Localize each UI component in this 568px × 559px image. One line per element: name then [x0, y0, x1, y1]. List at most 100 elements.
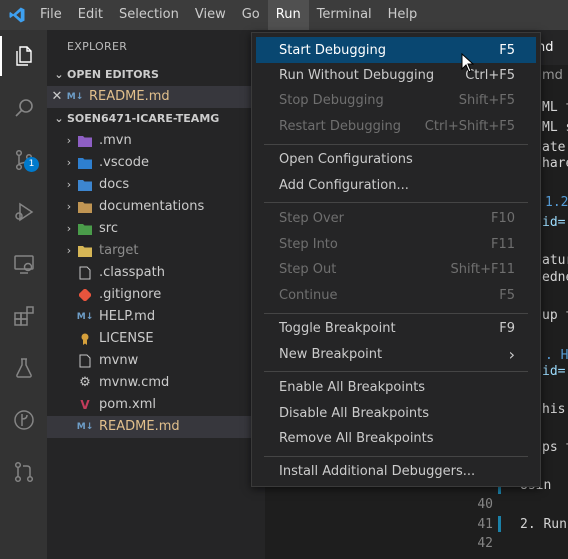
git-graph-icon[interactable]	[0, 394, 47, 446]
code-line: up t	[542, 308, 568, 323]
menu-separator	[264, 456, 528, 457]
menu-file[interactable]: File	[32, 0, 70, 30]
menu-new-breakpoint[interactable]: New Breakpoint ›	[256, 341, 536, 367]
menu-help[interactable]: Help	[380, 0, 426, 30]
menu-step-out[interactable]: Step Out Shift+F11	[256, 256, 536, 282]
menu-restart-debugging[interactable]: Restart Debugging Ctrl+Shift+F5	[256, 113, 536, 139]
menu-step-over[interactable]: Step Over F10	[256, 205, 536, 231]
menu-go[interactable]: Go	[234, 0, 268, 30]
markdown-file-icon: M↓	[76, 422, 94, 432]
activity-bar: 1	[0, 30, 47, 559]
search-icon[interactable]	[0, 82, 47, 134]
menu-separator	[264, 144, 528, 145]
menu-selection[interactable]: Selection	[111, 0, 187, 30]
tree-item-label: docs	[99, 177, 130, 192]
menu-open-configurations[interactable]: Open Configurations	[256, 146, 536, 172]
markdown-file-icon: M↓	[76, 312, 94, 322]
chevron-right-icon: ›	[66, 156, 72, 169]
tree-item-label: target	[99, 243, 139, 258]
tree-item-folder[interactable]: › .mvn	[47, 130, 265, 152]
tree-item-file[interactable]: V pom.xml	[47, 394, 265, 416]
menu-item-label: Open Configurations	[279, 151, 413, 167]
chevron-down-icon: ⌄	[54, 68, 64, 81]
tree-item-label: src	[99, 221, 118, 236]
run-debug-icon[interactable]	[0, 186, 47, 238]
tree-item-file[interactable]: .gitignore	[47, 284, 265, 306]
menu-item-label: Continue	[279, 287, 338, 303]
tree-item-folder[interactable]: › target	[47, 240, 265, 262]
menu-item-label: Step Into	[279, 236, 338, 252]
line-number: 40	[477, 497, 493, 512]
code-line: ML s	[542, 120, 568, 135]
folder-icon	[77, 243, 93, 259]
menu-run-without-debugging[interactable]: Run Without Debugging Ctrl+F5	[256, 62, 536, 88]
menu-edit[interactable]: Edit	[70, 0, 111, 30]
open-editors-header[interactable]: ⌄ OPEN EDITORS	[47, 64, 265, 86]
source-control-icon[interactable]: 1	[0, 134, 47, 186]
menu-view[interactable]: View	[187, 0, 234, 30]
license-icon	[77, 331, 93, 347]
tree-item-label: documentations	[99, 199, 205, 214]
menu-item-label: Remove All Breakpoints	[279, 430, 434, 446]
chevron-right-icon: ›	[66, 178, 72, 191]
menu-item-label: Stop Debugging	[279, 92, 384, 108]
chevron-right-icon: ›	[66, 222, 72, 235]
tree-item-folder[interactable]: › docs	[47, 174, 265, 196]
tree-item-label: LICENSE	[99, 331, 154, 346]
menu-item-shortcut: Ctrl+F5	[465, 67, 515, 83]
menu-start-debugging[interactable]: Start Debugging F5	[256, 37, 536, 63]
menu-item-label: New Breakpoint	[279, 346, 383, 362]
menu-add-configuration[interactable]: Add Configuration...	[256, 172, 536, 198]
code-line: his	[542, 402, 566, 417]
menu-toggle-breakpoint[interactable]: Toggle Breakpoint F9	[256, 315, 536, 341]
title-bar: File Edit Selection View Go Run Terminal…	[0, 0, 568, 30]
mouse-cursor-icon	[461, 52, 475, 77]
menu-enable-all-breakpoints[interactable]: Enable All Breakpoints	[256, 374, 536, 400]
close-icon[interactable]: ✕	[47, 86, 67, 108]
tree-item-file[interactable]: mvnw	[47, 350, 265, 372]
tree-item-file[interactable]: LICENSE	[47, 328, 265, 350]
tree-item-folder[interactable]: › .vscode	[47, 152, 265, 174]
tree-item-folder[interactable]: › src	[47, 218, 265, 240]
line-number: 41	[477, 517, 493, 532]
scm-badge: 1	[24, 157, 39, 172]
folder-icon	[77, 133, 93, 149]
tree-item-label: mvnw	[99, 353, 139, 368]
menu-separator	[264, 202, 528, 203]
code-line: edne	[542, 270, 568, 285]
project-label: SOEN6471-ICARE-TEAMG	[67, 112, 220, 125]
menu-install-additional-debuggers[interactable]: Install Additional Debuggers...	[256, 458, 536, 484]
testing-icon[interactable]	[0, 342, 47, 394]
pull-request-icon[interactable]	[0, 446, 47, 498]
menu-run[interactable]: Run	[267, 0, 309, 30]
open-editors-label: OPEN EDITORS	[67, 68, 159, 81]
menu-continue[interactable]: Continue F5	[256, 282, 536, 308]
tree-item-label: .gitignore	[99, 287, 162, 302]
code-line: atur	[542, 253, 568, 268]
remote-explorer-icon[interactable]	[0, 238, 47, 290]
tree-item-folder[interactable]: › documentations	[47, 196, 265, 218]
editor-tab-2[interactable]: md	[542, 65, 563, 87]
tree-item-file[interactable]: M↓ README.md	[47, 416, 265, 438]
files-icon[interactable]	[0, 30, 47, 82]
open-editor-label: README.md	[89, 89, 170, 104]
menu-item-label: Disable All Breakpoints	[279, 405, 430, 421]
project-header[interactable]: ⌄ SOEN6471-ICARE-TEAMG	[47, 108, 265, 130]
explorer-sidebar: EXPLORER ⌄ OPEN EDITORS ✕ M↓ README.md ⌄…	[47, 30, 265, 559]
line-number: 42	[477, 536, 493, 551]
menu-remove-all-breakpoints[interactable]: Remove All Breakpoints	[256, 425, 536, 451]
open-editor-item[interactable]: ✕ M↓ README.md	[47, 86, 265, 108]
tree-item-file[interactable]: .classpath	[47, 262, 265, 284]
markdown-file-icon: M↓	[66, 92, 84, 102]
menu-separator	[264, 371, 528, 372]
extensions-icon[interactable]	[0, 290, 47, 342]
menu-terminal[interactable]: Terminal	[309, 0, 380, 30]
tree-item-file[interactable]: M↓ HELP.md	[47, 306, 265, 328]
code-line: . He	[545, 348, 568, 363]
menu-step-into[interactable]: Step Into F11	[256, 231, 536, 257]
file-icon	[77, 353, 93, 369]
tree-item-label: README.md	[99, 419, 180, 434]
menu-disable-all-breakpoints[interactable]: Disable All Breakpoints	[256, 400, 536, 426]
menu-stop-debugging[interactable]: Stop Debugging Shift+F5	[256, 87, 536, 113]
tree-item-file[interactable]: ⚙ mvnw.cmd	[47, 372, 265, 394]
